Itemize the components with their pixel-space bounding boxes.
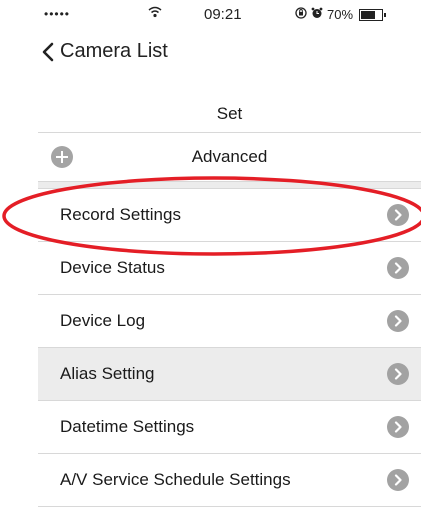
orientation-lock-icon — [295, 7, 307, 22]
chevron-right-icon — [387, 469, 409, 491]
battery-icon — [359, 8, 387, 21]
chevron-left-icon — [42, 42, 54, 61]
menu-item-label: Alias Setting — [60, 364, 155, 383]
menu-item-label: Device Status — [60, 258, 165, 277]
menu-item-label: A/V Service Schedule Settings — [60, 470, 291, 489]
wifi-icon — [148, 5, 162, 22]
status-right-icons: 70% — [295, 7, 387, 22]
back-button[interactable]: Camera List — [42, 40, 168, 63]
status-bar: ••••• 09:21 70% — [38, 0, 421, 30]
settings-list: Advanced Record Settings Device Status D… — [38, 132, 421, 507]
navigation-bar: Camera List — [38, 36, 421, 76]
menu-item-alias-setting[interactable]: Alias Setting — [38, 348, 421, 401]
menu-item-label: Record Settings — [60, 205, 181, 224]
status-time: 09:21 — [204, 6, 242, 23]
battery-percent: 70% — [327, 7, 354, 22]
phone-screen: ••••• 09:21 70% Camera List Set Advanced… — [38, 0, 421, 507]
chevron-right-icon — [387, 257, 409, 279]
menu-item-label: Datetime Settings — [60, 417, 195, 436]
chevron-right-icon — [387, 363, 409, 385]
section-divider — [38, 182, 421, 189]
page-title: Set — [216, 104, 243, 123]
chevron-right-icon — [387, 416, 409, 438]
advanced-label: Advanced — [191, 147, 268, 166]
advanced-row[interactable]: Advanced — [38, 132, 421, 182]
menu-item-label: Device Log — [60, 311, 146, 330]
menu-item-datetime-settings[interactable]: Datetime Settings — [38, 401, 421, 454]
menu-item-device-status[interactable]: Device Status — [38, 242, 421, 295]
alarm-icon — [311, 7, 323, 22]
signal-strength-icon: ••••• — [44, 7, 71, 21]
menu-item-record-settings[interactable]: Record Settings — [38, 189, 421, 242]
chevron-right-icon — [387, 310, 409, 332]
menu-item-device-log[interactable]: Device Log — [38, 295, 421, 348]
back-button-label: Camera List — [60, 40, 168, 62]
menu-item-av-service-schedule-settings[interactable]: A/V Service Schedule Settings — [38, 454, 421, 507]
chevron-right-icon — [387, 204, 409, 226]
